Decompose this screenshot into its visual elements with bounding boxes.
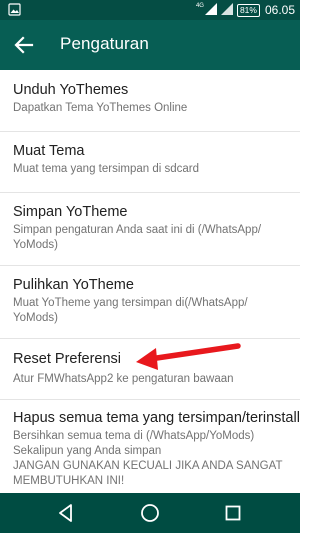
arrow-left-icon [14,36,34,54]
setting-summary: Muat tema yang tersimpan di sdcard [13,163,200,175]
setting-title: Simpan YoTheme [13,204,128,220]
setting-restore-yotheme[interactable]: Pulihkan YoTheme Muat YoTheme yang tersi… [0,266,300,338]
setting-reset-preferences[interactable]: Reset Preferensi Atur FMWhatsApp2 ke pen… [0,339,300,399]
setting-summary: Bersihkan semua tema di (/WhatsApp/YoMod… [13,429,295,489]
setting-summary-line: MEMBUTUHKAN INI! [13,475,125,487]
back-button[interactable] [8,29,40,61]
setting-summary-line: Sekalipun yang Anda simpan [13,445,162,457]
setting-summary: Dapatkan Tema YoThemes Online [13,102,188,114]
status-clock: 06.05 [264,3,295,17]
setting-summary-line: YoMods) [13,239,58,251]
circle-home-icon [141,504,159,522]
network-type-label: 4G [195,3,204,9]
setting-load-theme[interactable]: Muat Tema Muat tema yang tersimpan di sd… [0,132,300,192]
setting-title: Reset Preferensi [13,351,121,367]
setting-summary-line: YoMods) [13,312,58,324]
app-bar: Pengaturan [0,20,300,70]
navigation-bar [0,493,300,533]
battery-indicator: 81% [236,3,260,17]
setting-summary-line: JANGAN GUNAKAN KECUALI JIKA ANDA SANGAT [13,460,283,472]
signal-icon-secondary [220,2,233,18]
nav-back-button[interactable] [55,502,77,524]
setting-summary-line: Muat YoTheme yang tersimpan di(/WhatsApp… [13,297,248,309]
setting-summary: Simpan pengaturan Anda saat ini di (/Wha… [13,223,295,253]
setting-delete-all-themes[interactable]: Hapus semua tema yang tersimpan/terinsta… [0,400,300,493]
setting-summary-line: Simpan pengaturan Anda saat ini di (/Wha… [13,224,262,236]
setting-download-yothemes[interactable]: Unduh YoThemes Dapatkan Tema YoThemes On… [0,70,300,131]
square-recents-icon [225,505,241,521]
setting-summary: Atur FMWhatsApp2 ke pengaturan bawaan [13,373,234,385]
image-notification-icon [8,3,21,21]
status-bar: 4G 81% 06.05 [0,0,300,20]
nav-recents-button[interactable] [222,502,244,524]
setting-title: Hapus semua tema yang tersimpan/terinsta… [13,410,300,426]
setting-save-yotheme[interactable]: Simpan YoTheme Simpan pengaturan Anda sa… [0,193,300,265]
setting-summary: Muat YoTheme yang tersimpan di(/WhatsApp… [13,296,295,326]
setting-title: Unduh YoThemes [13,82,129,98]
setting-title: Muat Tema [13,143,85,159]
triangle-back-icon [59,504,72,522]
signal-icon [204,2,217,18]
setting-title: Pulihkan YoTheme [13,277,134,293]
nav-home-button[interactable] [139,502,161,524]
page-title: Pengaturan [60,34,149,53]
setting-summary-line: Bersihkan semua tema di (/WhatsApp/YoMod… [13,430,255,442]
